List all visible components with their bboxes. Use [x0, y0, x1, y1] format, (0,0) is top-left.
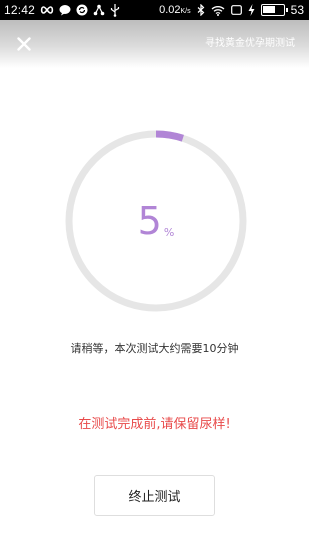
- progress-value: 5: [137, 199, 162, 243]
- network-speed: 0.02K/s: [159, 4, 191, 16]
- status-time: 12:42: [4, 3, 36, 17]
- share-icon: [93, 3, 105, 17]
- wait-message: 请稍等，本次测试大约需要10分钟: [70, 342, 239, 355]
- progress-ring: 5 %: [62, 127, 250, 315]
- sync-icon: [76, 3, 88, 17]
- status-bar: 12:42 0.02K/s 53: [0, 0, 309, 20]
- wifi-icon: [211, 3, 225, 17]
- chat-bubble-icon: [59, 3, 71, 17]
- charging-icon: [248, 3, 255, 17]
- battery-level: 53: [290, 3, 304, 17]
- stop-test-button[interactable]: 终止测试: [94, 475, 215, 516]
- progress-readout: 5 %: [62, 127, 250, 315]
- battery-icon: [260, 4, 288, 16]
- infinity-icon: [40, 3, 54, 17]
- golden-pregnancy-test-link[interactable]: 寻找黄金优孕期测试: [205, 34, 295, 49]
- close-button[interactable]: [12, 32, 36, 56]
- screen-icon: [230, 3, 242, 17]
- usb-icon: [110, 3, 120, 17]
- bluetooth-icon: [197, 3, 205, 17]
- close-icon: [17, 37, 31, 51]
- warning-message: 在测试完成前,请保留尿样!: [78, 417, 231, 432]
- header: 寻找黄金优孕期测试: [0, 20, 309, 68]
- progress-unit: %: [163, 225, 175, 239]
